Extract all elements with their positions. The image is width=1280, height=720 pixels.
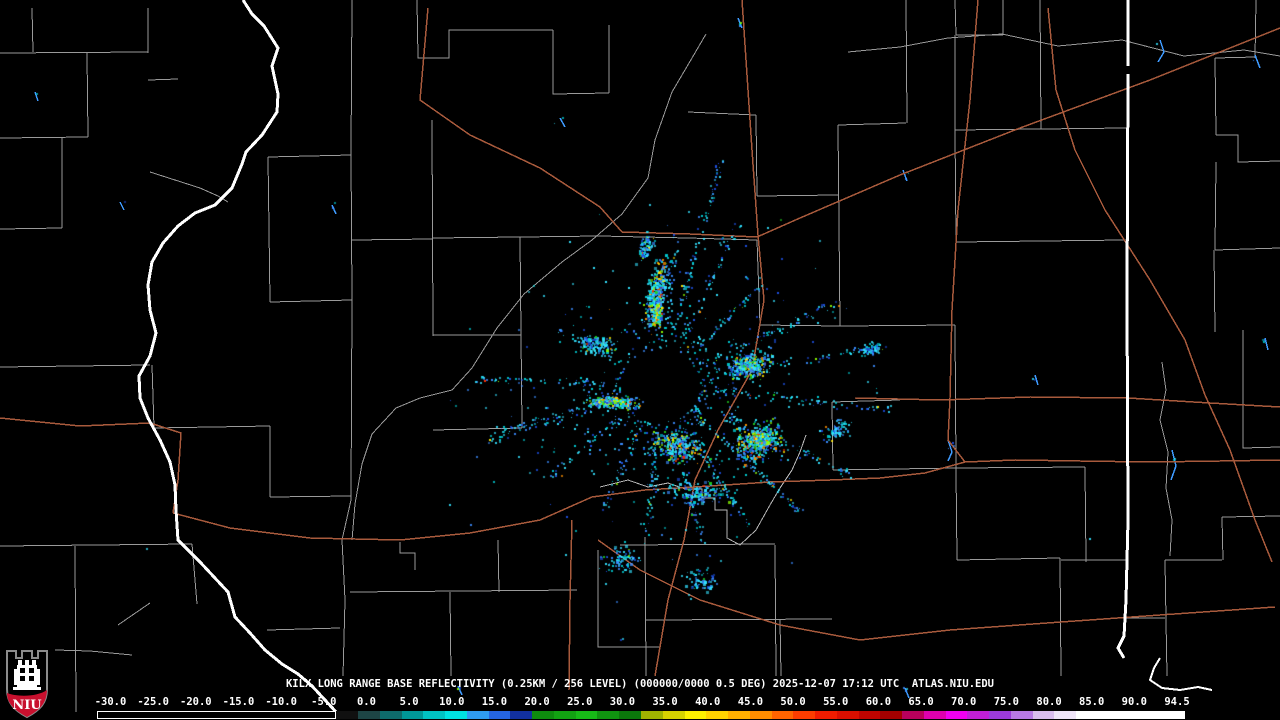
colorbar-segment xyxy=(923,711,946,719)
colorbar-segment xyxy=(379,711,402,719)
colorbar-segment xyxy=(662,711,685,719)
colorbar-segment xyxy=(401,711,424,719)
colorbar-label: 40.0 xyxy=(695,696,721,708)
colorbar-segment xyxy=(641,711,663,719)
colorbar-segment xyxy=(815,711,837,719)
colorbar-segment xyxy=(880,711,903,719)
colorbar-label: 75.0 xyxy=(993,696,1020,708)
colorbar-segment xyxy=(466,711,489,719)
colorbar-segment xyxy=(902,711,924,719)
colorbar-segment xyxy=(1010,711,1033,719)
colorbar-segment xyxy=(749,711,772,719)
niu-logo: NIU xyxy=(6,650,48,719)
radar-screen: KILX LONG RANGE BASE REFLECTIVITY (0.25K… xyxy=(0,0,1280,720)
colorbar-segment xyxy=(597,711,620,719)
niu-logo-text: NIU xyxy=(12,698,42,713)
colorbar-segment xyxy=(793,711,816,719)
colorbar-label: 35.0 xyxy=(652,696,678,708)
colorbar-label: -15.0 xyxy=(222,696,255,708)
colorbar-label: 90.0 xyxy=(1121,696,1147,708)
colorbar-label: 80.0 xyxy=(1036,696,1062,708)
colorbar-label: 85.0 xyxy=(1079,696,1105,708)
colorbar-label: 65.0 xyxy=(908,696,934,708)
colorbar-segment xyxy=(728,711,750,719)
colorbar-label: 0.0 xyxy=(356,696,376,708)
colorbar-label: 45.0 xyxy=(737,696,764,708)
radar-caption: KILX LONG RANGE BASE REFLECTIVITY (0.25K… xyxy=(285,678,994,690)
colorbar-segment xyxy=(97,711,337,719)
colorbar-segment xyxy=(358,711,380,719)
colorbar-label: 94.5 xyxy=(1164,696,1190,708)
colorbar-segment xyxy=(619,711,641,719)
colorbar-label: -10.0 xyxy=(265,696,297,708)
colorbar-label: -25.0 xyxy=(137,696,169,708)
colorbar-segment xyxy=(989,711,1011,719)
colorbar-segment xyxy=(336,711,359,719)
colorbar-segment xyxy=(1032,711,1055,719)
colorbar-segment xyxy=(553,711,576,719)
colorbar-segment xyxy=(445,711,467,719)
colorbar-segment xyxy=(858,711,881,719)
colorbar-label: 60.0 xyxy=(865,696,892,708)
colorbar-segment xyxy=(967,711,990,719)
colorbar-label: -5.0 xyxy=(311,696,337,708)
colorbar-segment xyxy=(771,711,794,719)
colorbar-segment xyxy=(1076,711,1185,719)
colorbar-label: 70.0 xyxy=(951,696,977,708)
colorbar-scale-labels: -30.0 -25.0 -20.0 -15.0 -10.0 -5.0 0.0 5.0 10.0 1… xyxy=(0,696,1280,708)
colorbar-segment xyxy=(684,711,707,719)
colorbar-segment xyxy=(423,711,446,719)
colorbar-segment xyxy=(1054,711,1077,719)
colorbar-segment xyxy=(488,711,511,719)
colorbar-label: 15.0 xyxy=(481,696,508,708)
colorbar-segment xyxy=(945,711,968,719)
radar-echo-layer xyxy=(0,0,1280,720)
colorbar-segment xyxy=(706,711,729,719)
reflectivity-colorbar xyxy=(97,711,1185,719)
colorbar-label: 25.0 xyxy=(567,696,593,708)
colorbar-label: 50.0 xyxy=(780,696,806,708)
colorbar-label: 10.0 xyxy=(439,696,465,708)
colorbar-label: 20.0 xyxy=(524,696,550,708)
colorbar-label: -30.0 xyxy=(94,696,127,708)
colorbar-label: 30.0 xyxy=(609,696,636,708)
colorbar-label: -20.0 xyxy=(180,696,212,708)
colorbar-segment xyxy=(532,711,554,719)
colorbar-segment xyxy=(575,711,598,719)
colorbar-label: 5.0 xyxy=(399,696,419,708)
colorbar-segment xyxy=(510,711,533,719)
colorbar-label: 55.0 xyxy=(823,696,849,708)
colorbar-segment xyxy=(836,711,859,719)
